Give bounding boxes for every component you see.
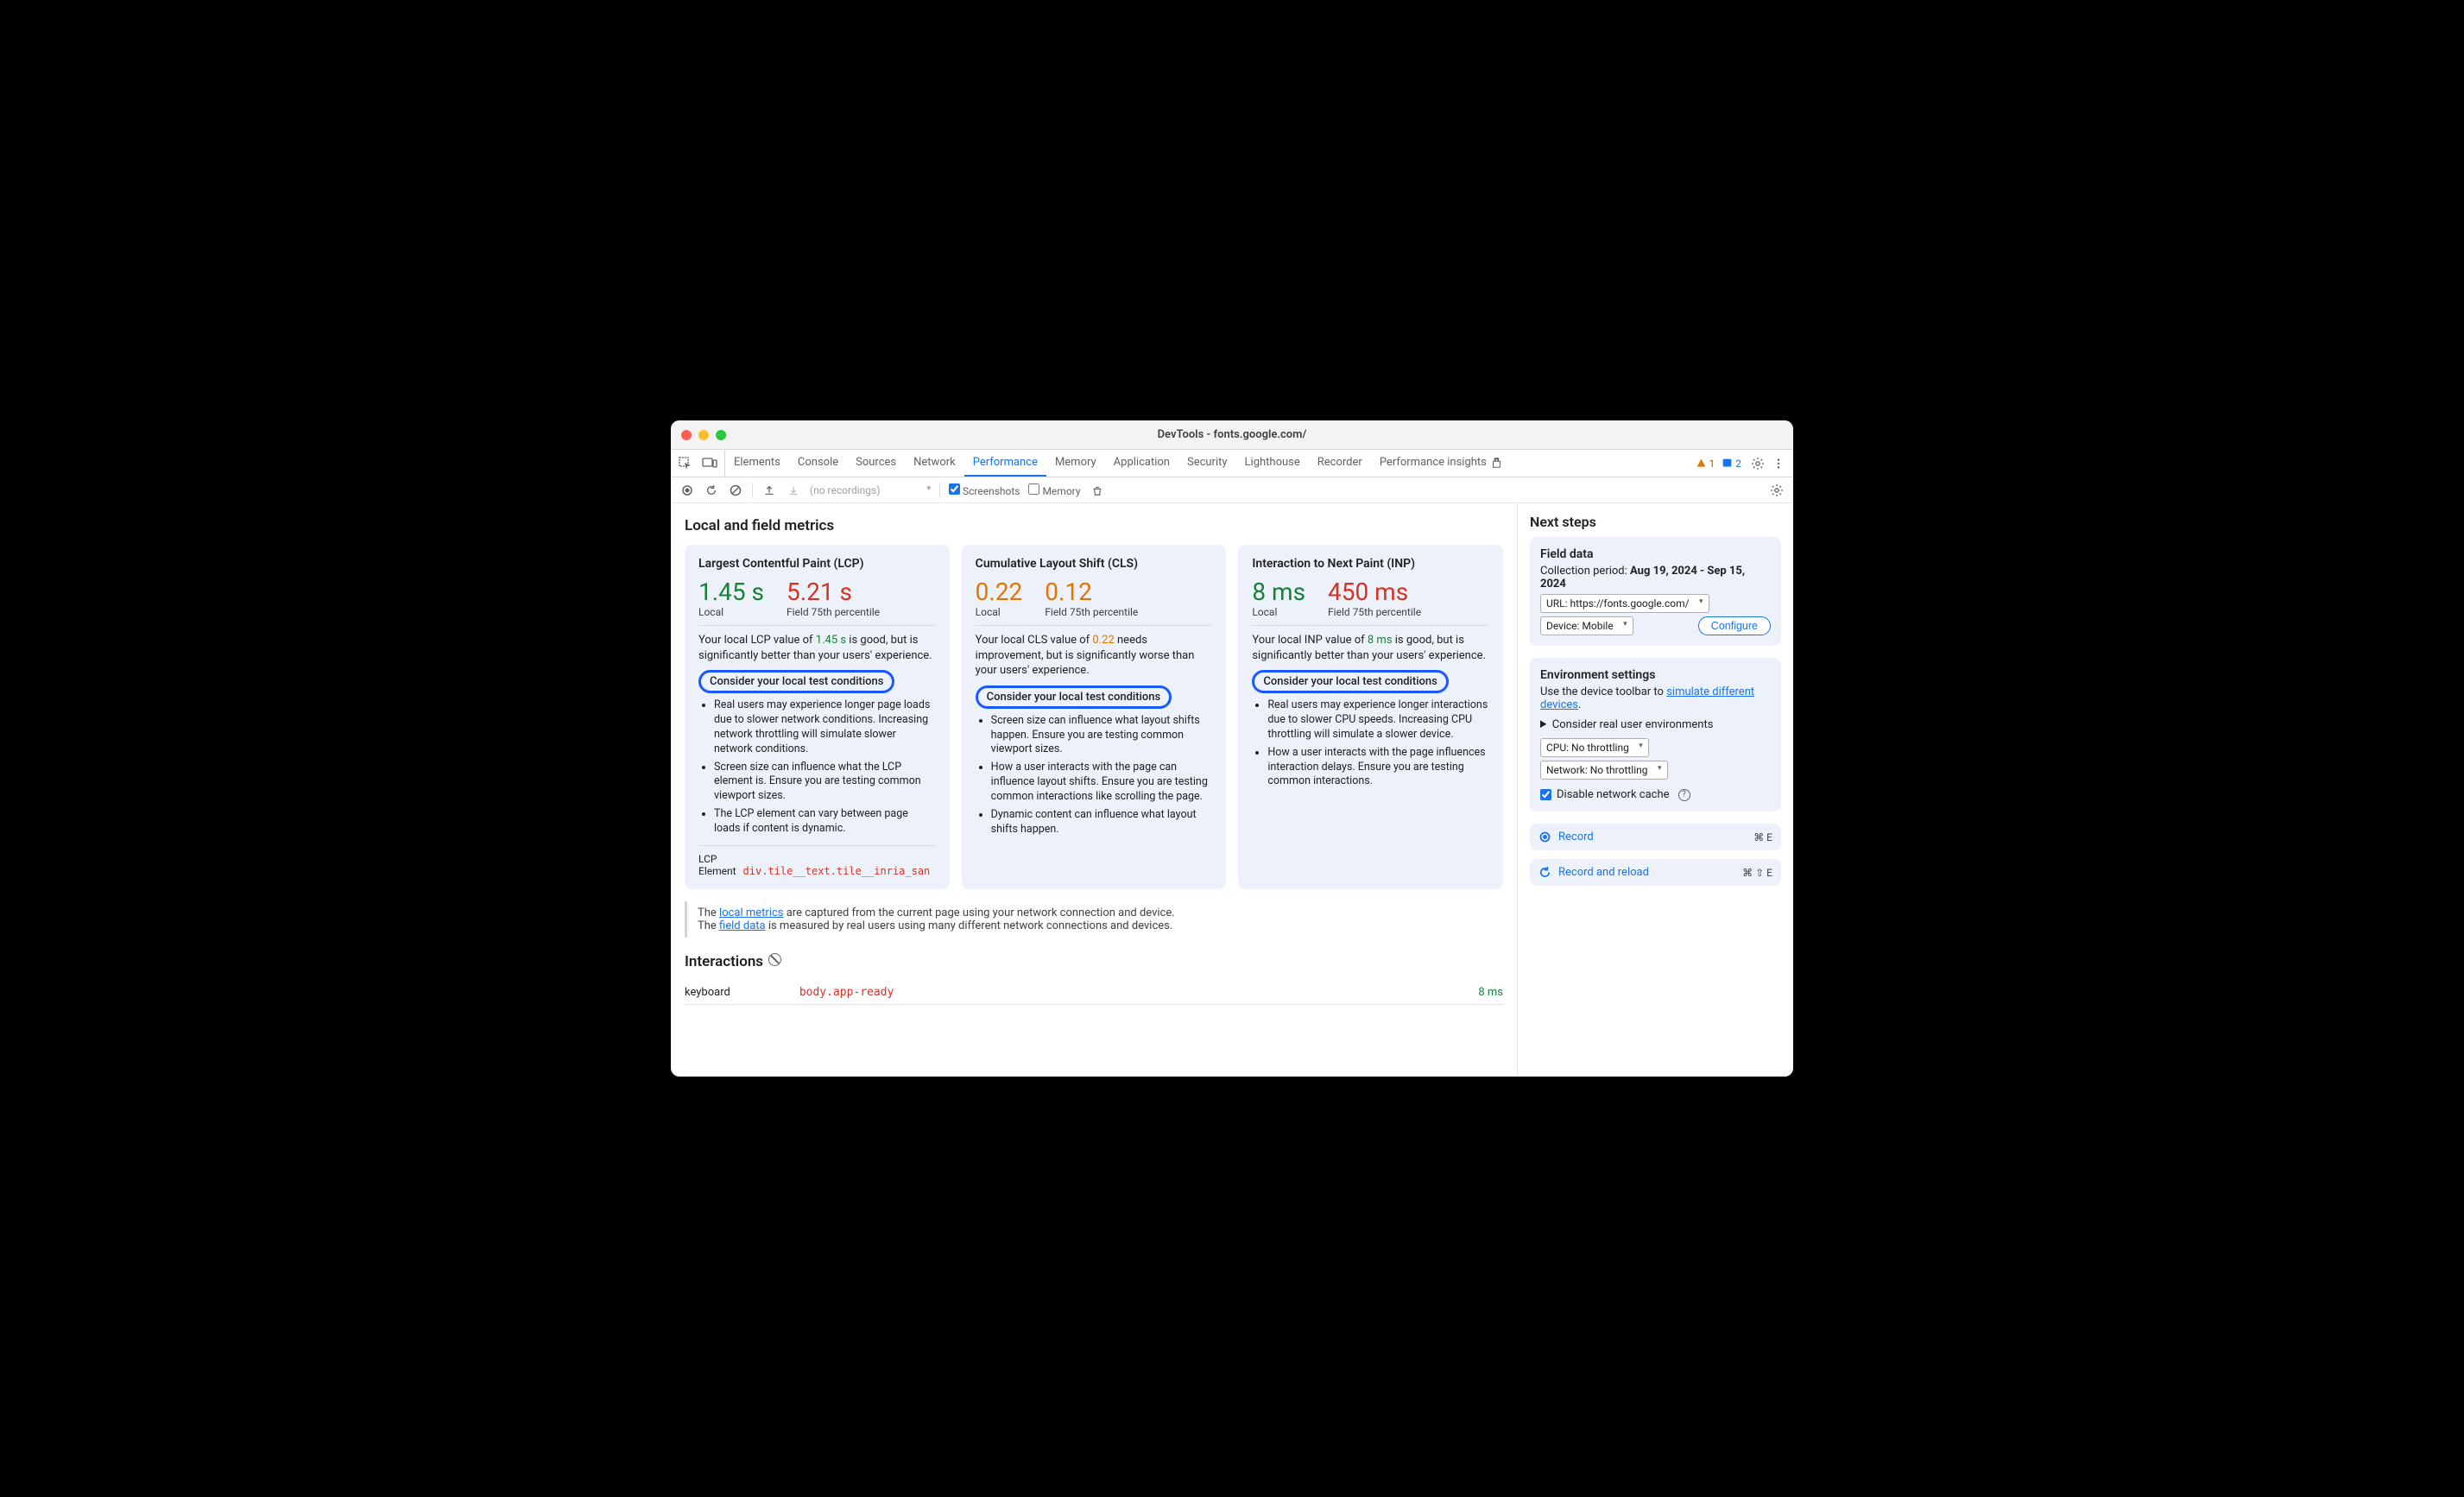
panel-tabbar: Elements Console Sources Network Perform… xyxy=(671,450,1793,477)
lcp-description: Your local LCP value of 1.45 s is good, … xyxy=(698,633,936,663)
more-icon[interactable] xyxy=(1771,456,1786,471)
clear-icon[interactable] xyxy=(728,483,743,498)
reload-icon[interactable] xyxy=(704,483,719,498)
interaction-row[interactable]: keyboardbody.app-ready 8 ms xyxy=(685,981,1503,1005)
configure-button[interactable]: Configure xyxy=(1698,616,1771,635)
tab-lighthouse[interactable]: Lighthouse xyxy=(1236,450,1309,477)
main-content: Local and field metrics Largest Contentf… xyxy=(671,503,1517,1077)
titlebar: DevTools - fonts.google.com/ xyxy=(671,420,1793,450)
inp-field-value: 450 ms xyxy=(1328,578,1421,606)
device-select[interactable]: Device: Mobile xyxy=(1540,616,1633,635)
interactions-title: Interactions xyxy=(685,953,1503,970)
tab-performance[interactable]: Performance xyxy=(964,450,1046,477)
devtools-window: DevTools - fonts.google.com/ Elements Co… xyxy=(671,420,1793,1077)
clear-icon[interactable] xyxy=(768,953,781,966)
metrics-note: The local metrics are captured from the … xyxy=(685,901,1503,938)
tab-recorder[interactable]: Recorder xyxy=(1309,450,1371,477)
tab-sources[interactable]: Sources xyxy=(847,450,905,477)
record-icon[interactable] xyxy=(679,483,695,498)
window-title: DevTools - fonts.google.com/ xyxy=(671,428,1793,441)
lcp-details[interactable]: Consider your local test conditions Real… xyxy=(698,670,936,837)
screenshots-checkbox[interactable]: Screenshots xyxy=(949,483,1020,497)
local-metrics-link[interactable]: local metrics xyxy=(719,906,783,919)
warnings-badge[interactable]: 1 xyxy=(1696,458,1715,470)
cpu-select[interactable]: CPU: No throttling xyxy=(1540,738,1649,757)
consider-env-details[interactable]: Consider real user environments xyxy=(1540,718,1771,731)
lcp-element-row: LCP Elementdiv.tile__text.tile__inria_sa… xyxy=(698,845,936,877)
traffic-lights xyxy=(681,430,726,440)
record-button[interactable]: Record ⌘ E xyxy=(1530,824,1781,850)
sidebar: Next steps Field data Collection period:… xyxy=(1517,503,1793,1077)
gear-icon[interactable] xyxy=(1750,456,1766,471)
inp-details[interactable]: Consider your local test conditions Real… xyxy=(1252,670,1489,789)
inp-title: Interaction to Next Paint (INP) xyxy=(1252,557,1489,571)
tab-network[interactable]: Network xyxy=(905,450,964,477)
next-steps-title: Next steps xyxy=(1530,514,1781,530)
lcp-title: Largest Contentful Paint (LCP) xyxy=(698,557,936,571)
url-select[interactable]: URL: https://fonts.google.com/ xyxy=(1540,594,1709,613)
inspect-icon[interactable] xyxy=(678,456,693,471)
tab-label: Performance insights xyxy=(1380,456,1487,469)
device-icon[interactable] xyxy=(702,456,717,471)
section-title: Local and field metrics xyxy=(685,517,1503,534)
lcp-local-value: 1.45 s xyxy=(698,578,764,606)
inp-card: Interaction to Next Paint (INP) 8 msLoca… xyxy=(1238,545,1503,889)
tab-security[interactable]: Security xyxy=(1178,450,1236,477)
cls-summary[interactable]: Consider your local test conditions xyxy=(976,685,1172,709)
upload-icon[interactable] xyxy=(761,483,777,498)
issues-badge[interactable]: 2 xyxy=(1722,458,1741,470)
gear-icon[interactable] xyxy=(1769,483,1785,498)
lcp-field-value: 5.21 s xyxy=(787,578,880,606)
env-settings-block: Environment settings Use the device tool… xyxy=(1530,658,1781,812)
cls-card: Cumulative Layout Shift (CLS) 0.22Local … xyxy=(962,545,1227,889)
download-icon[interactable] xyxy=(786,483,801,498)
close-icon[interactable] xyxy=(681,430,692,440)
gc-icon[interactable] xyxy=(1090,483,1105,498)
tab-application[interactable]: Application xyxy=(1105,450,1178,477)
inp-description: Your local INP value of 8 ms is good, bu… xyxy=(1252,633,1489,663)
performance-toolbar: (no recordings)▾ Screenshots Memory xyxy=(671,477,1793,503)
tab-memory[interactable]: Memory xyxy=(1046,450,1105,477)
tab-console[interactable]: Console xyxy=(789,450,847,477)
memory-checkbox[interactable]: Memory xyxy=(1028,483,1080,497)
lcp-summary[interactable]: Consider your local test conditions xyxy=(698,670,894,693)
minimize-icon[interactable] xyxy=(698,430,709,440)
field-data-block: Field data Collection period: Aug 19, 20… xyxy=(1530,537,1781,646)
cls-field-value: 0.12 xyxy=(1045,578,1138,606)
network-select[interactable]: Network: No throttling xyxy=(1540,761,1668,780)
inp-summary[interactable]: Consider your local test conditions xyxy=(1252,670,1448,693)
inp-local-value: 8 ms xyxy=(1252,578,1305,606)
cls-title: Cumulative Layout Shift (CLS) xyxy=(976,557,1213,571)
cls-details[interactable]: Consider your local test conditions Scre… xyxy=(976,685,1213,837)
tab-performance-insights[interactable]: Performance insights xyxy=(1371,450,1511,477)
field-data-link[interactable]: field data xyxy=(719,919,766,932)
disable-cache-checkbox[interactable]: Disable network cache? xyxy=(1540,788,1771,801)
lcp-card: Largest Contentful Paint (LCP) 1.45 sLoc… xyxy=(685,545,950,889)
help-icon[interactable]: ? xyxy=(1678,789,1690,801)
tab-elements[interactable]: Elements xyxy=(725,450,789,477)
cls-description: Your local CLS value of 0.22 needs impro… xyxy=(976,633,1213,679)
record-reload-button[interactable]: Record and reload ⌘ ⇧ E xyxy=(1530,859,1781,886)
cls-local-value: 0.22 xyxy=(976,578,1023,606)
maximize-icon[interactable] xyxy=(716,430,726,440)
recordings-dropdown[interactable]: (no recordings)▾ xyxy=(810,484,931,496)
